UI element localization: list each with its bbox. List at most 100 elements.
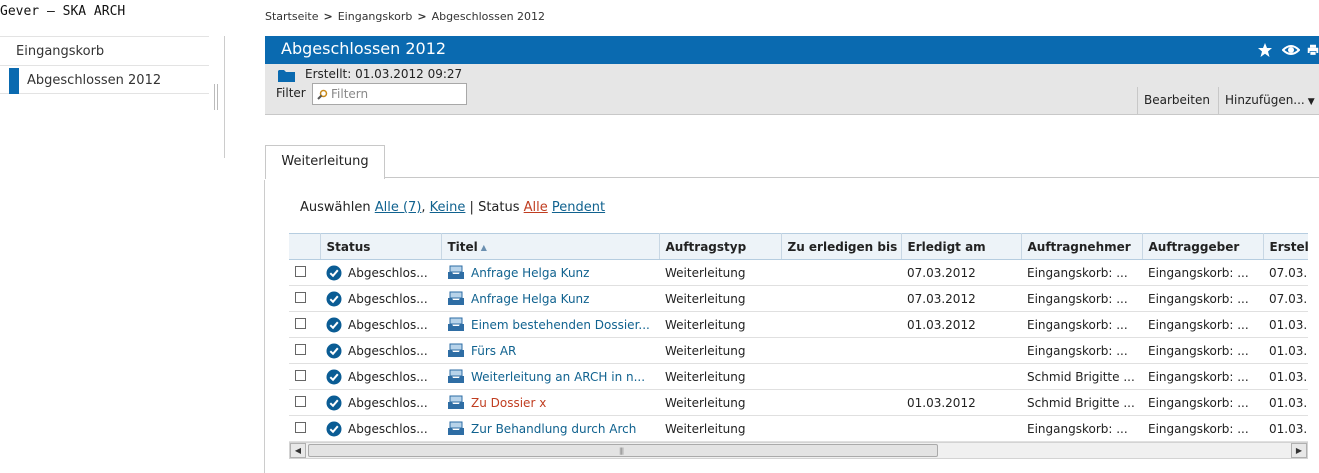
contractor-cell: Eingangskorb: ... [1021, 337, 1142, 364]
client-cell: Eingangskorb: ... [1142, 311, 1263, 338]
status-all-link[interactable]: Alle [524, 200, 548, 215]
print-icon[interactable] [1307, 40, 1319, 60]
task-title-link[interactable]: Einem bestehenden Dossier... [471, 318, 650, 332]
row-select-cell [289, 415, 320, 442]
task-title-link[interactable]: Zu Dossier x [471, 396, 546, 410]
check-circle-icon [326, 395, 342, 411]
column-header-contractor[interactable]: Auftragnehmer [1021, 233, 1143, 260]
task-title-link[interactable]: Anfrage Helga Kunz [471, 292, 589, 306]
selection-bar: Auswählen Alle (7), Keine | Status Alle … [300, 200, 606, 215]
status-cell: Abgeschlos... [320, 363, 441, 390]
task-title-link[interactable]: Fürs AR [471, 344, 516, 358]
status-text: Abgeschlos... [348, 317, 428, 332]
column-header-status[interactable]: Status [320, 233, 442, 260]
row-select-cell [289, 285, 320, 312]
row-checkbox[interactable] [295, 343, 306, 355]
client-cell: Eingangskorb: ... [1142, 259, 1263, 286]
breadcrumb-eingangskorb[interactable]: Eingangskorb [338, 10, 413, 23]
task-title-link[interactable]: Weiterleitung an ARCH in n... [471, 370, 645, 384]
title-cell: Zur Behandlung durch Arch [441, 415, 659, 442]
table-row[interactable]: Abgeschlos... Zu Dossier x Weiterleitung 01… [289, 389, 1308, 416]
column-header-type[interactable]: Auftragstyp [659, 233, 782, 260]
tab-weiterleitung[interactable]: Weiterleitung [265, 145, 385, 179]
row-checkbox[interactable] [295, 317, 306, 329]
title-cell: Weiterleitung an ARCH in n... [441, 363, 659, 390]
created-cell: 01.03.2 [1263, 415, 1308, 442]
column-header-due[interactable]: Zu erledigen bis [781, 233, 902, 260]
eye-icon[interactable] [1281, 40, 1301, 60]
site-title: Gever — SKA ARCH [0, 4, 126, 19]
select-none-link[interactable]: Keine [430, 200, 466, 215]
status-text: Abgeschlos... [348, 291, 428, 306]
inbox-tray-icon [447, 395, 465, 410]
row-checkbox[interactable] [295, 291, 306, 303]
table-row[interactable]: Abgeschlos... Fürs AR Weiterleitung Eingang… [289, 337, 1308, 364]
task-title-link[interactable]: Zur Behandlung durch Arch [471, 422, 636, 436]
due-cell [781, 259, 901, 286]
arrow-right-icon[interactable]: ▶ [1291, 443, 1307, 458]
add-menu-button[interactable]: Hinzufügen... ▼ [1218, 87, 1319, 114]
client-cell: Eingangskorb: ... [1142, 337, 1263, 364]
header-actions [1255, 40, 1319, 60]
sidebar-resize-handle[interactable] [214, 84, 218, 110]
table-row[interactable]: Abgeschlos... Einem bestehenden Dossier..… [289, 311, 1308, 338]
row-checkbox[interactable] [295, 369, 306, 381]
scrollbar-thumb[interactable]: ||| [308, 444, 938, 457]
breadcrumb-separator: > [323, 10, 333, 23]
status-cell: Abgeschlos... [320, 389, 441, 416]
contractor-cell: Eingangskorb: ... [1021, 311, 1142, 338]
client-cell: Eingangskorb: ... [1142, 389, 1263, 416]
column-header-done[interactable]: Erledigt am [901, 233, 1022, 260]
filter-input[interactable] [331, 84, 463, 104]
column-header-title-label: Titel [447, 239, 478, 254]
due-cell [781, 389, 901, 416]
arrow-left-icon[interactable]: ◀ [290, 443, 306, 458]
breadcrumb-current: Abgeschlossen 2012 [431, 10, 546, 23]
inbox-tray-icon [447, 343, 465, 358]
row-checkbox[interactable] [295, 421, 306, 433]
title-cell: Fürs AR [441, 337, 659, 364]
done-cell: 01.03.2012 [901, 389, 1021, 416]
title-cell: Anfrage Helga Kunz [441, 285, 659, 312]
type-cell: Weiterleitung [659, 311, 781, 338]
row-select-cell [289, 259, 320, 286]
contractor-cell: Schmid Brigitte ... [1021, 389, 1142, 416]
created-cell: 01.03.2 [1263, 363, 1308, 390]
sidebar-item-eingangskorb[interactable]: Eingangskorb [0, 36, 209, 65]
check-circle-icon [326, 369, 342, 385]
grip-icon: ||| [619, 447, 624, 455]
task-title-link[interactable]: Anfrage Helga Kunz [471, 266, 589, 280]
breadcrumb-separator: > [417, 10, 427, 23]
done-cell [901, 337, 1021, 364]
horizontal-scrollbar[interactable]: ◀ ||| ▶ [289, 442, 1308, 459]
column-header-created[interactable]: Erstell [1263, 233, 1308, 260]
table-row[interactable]: Abgeschlos... Anfrage Helga Kunz Weiterlei… [289, 259, 1308, 286]
table-row[interactable]: Abgeschlos... Zur Behandlung durch Arch We… [289, 415, 1308, 442]
sort-ascending-icon: ▲ [480, 242, 487, 252]
content-divider [264, 180, 265, 473]
breadcrumb-home[interactable]: Startseite [265, 10, 319, 23]
column-header-title[interactable]: Titel ▲ [441, 233, 660, 260]
due-cell [781, 363, 901, 390]
table-row[interactable]: Abgeschlos... Anfrage Helga Kunz Weiterlei… [289, 285, 1308, 312]
created-cell: 01.03.2 [1263, 389, 1308, 416]
check-circle-icon [326, 317, 342, 333]
table-row[interactable]: Abgeschlos... Weiterleitung an ARCH in n.… [289, 363, 1308, 390]
sidebar-item-abgeschlossen-2012[interactable]: Abgeschlossen 2012 [0, 65, 209, 94]
column-header-client[interactable]: Auftraggeber [1142, 233, 1264, 260]
contractor-cell: Schmid Brigitte ... [1021, 363, 1142, 390]
row-checkbox[interactable] [295, 395, 306, 407]
page-header: Abgeschlossen 2012 [265, 36, 1319, 64]
due-cell [781, 337, 901, 364]
status-pending-link[interactable]: Pendent [552, 200, 605, 215]
due-cell [781, 311, 901, 338]
type-cell: Weiterleitung [659, 259, 781, 286]
edit-button[interactable]: Bearbeiten [1137, 87, 1210, 114]
row-checkbox[interactable] [295, 265, 306, 277]
select-all-link[interactable]: Alle (7) [375, 200, 422, 215]
created-cell: 07.03.2 [1263, 285, 1308, 312]
filter-box[interactable] [312, 83, 467, 105]
star-icon[interactable] [1255, 40, 1275, 60]
status-text: Abgeschlos... [348, 395, 428, 410]
check-circle-icon [326, 265, 342, 281]
